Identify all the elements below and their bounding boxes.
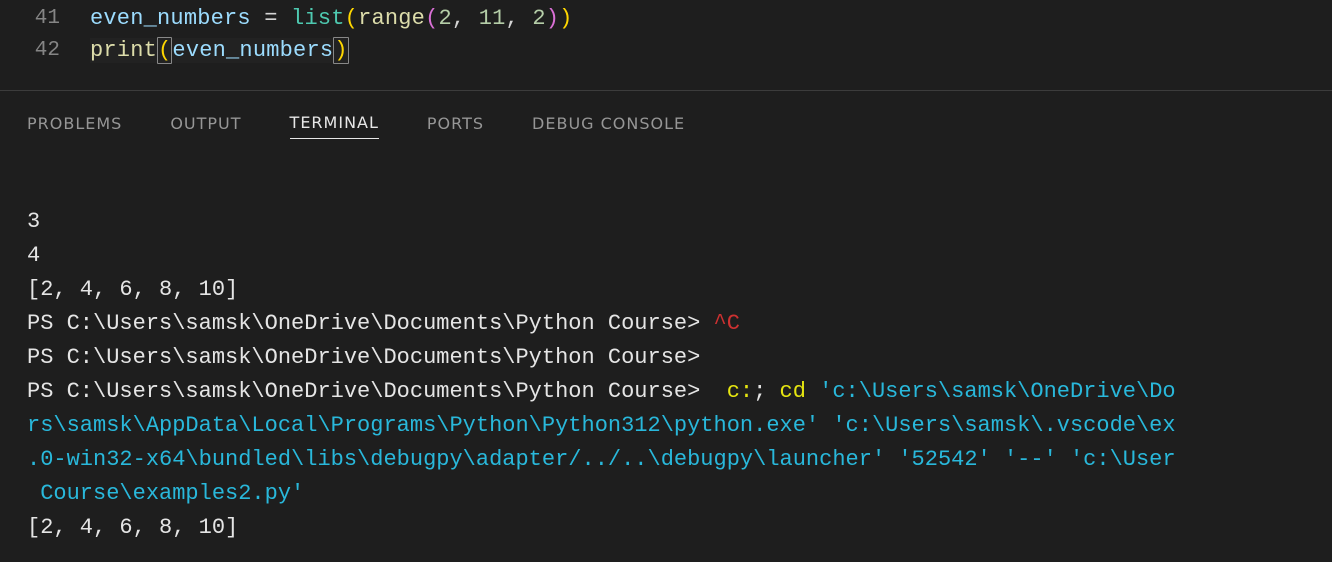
- panel-tab-bar: PROBLEMS OUTPUT TERMINAL PORTS DEBUG CON…: [0, 91, 1332, 153]
- terminal-text: [806, 379, 819, 404]
- operator-token: =: [251, 6, 291, 31]
- comma-token: ,: [506, 6, 533, 31]
- terminal-line: 4: [27, 243, 40, 268]
- call-token: list: [291, 6, 345, 31]
- terminal-view[interactable]: 3 4 [2, 4, 6, 8, 10] PS C:\Users\samsk\O…: [0, 153, 1332, 545]
- terminal-path: rs\samsk\AppData\Local\Programs\Python\P…: [27, 413, 1176, 438]
- terminal-prompt: PS C:\Users\samsk\OneDrive\Documents\Pyt…: [27, 345, 714, 370]
- paren-open: (: [345, 6, 358, 31]
- number-token: 2: [438, 6, 451, 31]
- tab-ports[interactable]: PORTS: [427, 114, 484, 139]
- paren-open: (: [425, 6, 438, 31]
- terminal-path: 'c:\Users\samsk\OneDrive\Do: [819, 379, 1175, 404]
- tab-problems[interactable]: PROBLEMS: [27, 114, 122, 139]
- terminal-path: .0-win32-x64\bundled\libs\debugpy\adapte…: [27, 447, 1176, 472]
- line-number: 41: [0, 7, 90, 30]
- tab-output[interactable]: OUTPUT: [170, 114, 241, 139]
- code-editor[interactable]: 41 even_numbers = list(range(2, 11, 2)) …: [0, 0, 1332, 66]
- paren-open-matched: (: [157, 37, 172, 64]
- terminal-line: [2, 4, 6, 8, 10]: [27, 277, 238, 302]
- tab-terminal[interactable]: TERMINAL: [290, 113, 379, 139]
- code-line-42[interactable]: 42 print(even_numbers): [0, 34, 1332, 66]
- terminal-prompt: PS C:\Users\samsk\OneDrive\Documents\Pyt…: [27, 311, 714, 336]
- terminal-prompt: PS C:\Users\samsk\OneDrive\Documents\Pyt…: [27, 379, 727, 404]
- call-token: range: [358, 6, 425, 31]
- terminal-cmd: c:: [727, 379, 753, 404]
- code-line-41[interactable]: 41 even_numbers = list(range(2, 11, 2)): [0, 2, 1332, 34]
- variable-token: even_numbers: [90, 6, 251, 31]
- number-token: 2: [532, 6, 545, 31]
- code-content[interactable]: print(even_numbers): [90, 38, 349, 63]
- comma-token: ,: [452, 6, 479, 31]
- terminal-path: Course\examples2.py': [27, 481, 304, 506]
- line-number: 42: [0, 39, 90, 62]
- number-token: 11: [479, 6, 506, 31]
- terminal-line: 3: [27, 209, 40, 234]
- code-content[interactable]: even_numbers = list(range(2, 11, 2)): [90, 6, 573, 31]
- tab-debug-console[interactable]: DEBUG CONSOLE: [532, 114, 685, 139]
- terminal-text: ;: [753, 379, 779, 404]
- paren-close-matched: ): [333, 37, 348, 64]
- variable-token: even_numbers: [172, 38, 333, 63]
- terminal-interrupt: ^C: [714, 311, 740, 336]
- terminal-line: [2, 4, 6, 8, 10]: [27, 515, 238, 540]
- terminal-cmd: cd: [780, 379, 806, 404]
- paren-close: ): [559, 6, 572, 31]
- call-token: print: [90, 38, 157, 63]
- paren-close: ): [546, 6, 559, 31]
